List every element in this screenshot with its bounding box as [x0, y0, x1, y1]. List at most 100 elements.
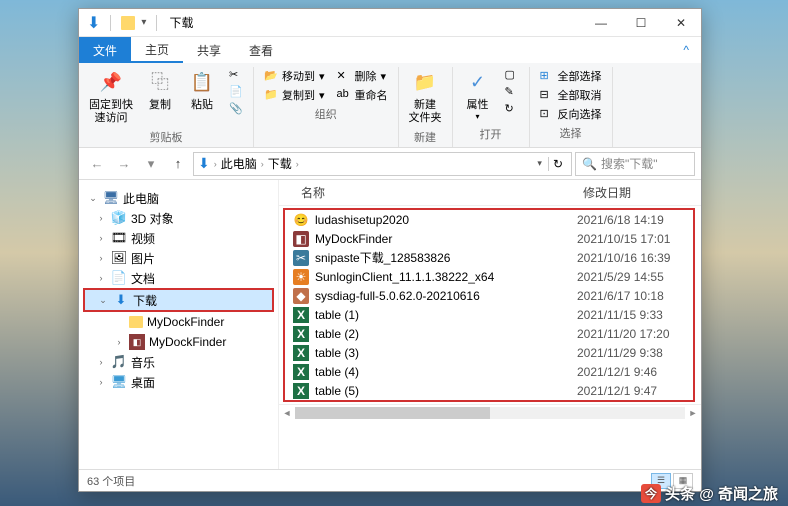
tab-view[interactable]: 查看 [235, 37, 287, 63]
file-row[interactable]: ☀SunloginClient_11.1.1.38222_x642021/5/2… [285, 267, 693, 286]
file-row[interactable]: 😊ludashisetup20202021/6/18 14:19 [285, 210, 693, 229]
h-scrollbar[interactable]: ◄ ► [279, 404, 701, 420]
back-button[interactable]: ← [85, 152, 109, 176]
recent-dropdown[interactable]: ▾ [139, 152, 163, 176]
tree-music[interactable]: ›🎵音乐 [83, 352, 274, 372]
titlebar: ⬇ ▾ 下载 — ☐ ✕ [79, 9, 701, 37]
file-date: 2021/12/1 9:47 [577, 384, 687, 398]
chevron-icon[interactable]: › [259, 159, 266, 169]
group-new: 新建 [414, 127, 436, 145]
address-bar[interactable]: ⬇ › 此电脑 › 下载 › ▾ ↻ [193, 152, 572, 176]
paste-shortcut-button[interactable]: 📎 [225, 101, 247, 117]
tree-pc[interactable]: ⌄🖥此电脑 [83, 188, 274, 208]
tree-mydock1[interactable]: MyDockFinder [83, 312, 274, 332]
tab-file[interactable]: 文件 [79, 37, 131, 63]
minimize-button[interactable]: — [581, 9, 621, 37]
file-icon: ✂ [293, 250, 309, 266]
history-button[interactable]: ↻ [501, 101, 523, 117]
newfolder-button[interactable]: 📁新建 文件夹 [405, 67, 446, 127]
folder-icon[interactable] [121, 16, 135, 30]
copy-path-button[interactable]: 📄 [225, 84, 247, 100]
up-button[interactable]: ↑ [166, 152, 190, 176]
dropdown-icon[interactable]: ▾ [537, 158, 542, 169]
paste-button[interactable]: 📋粘贴 [183, 67, 221, 114]
selectall-button[interactable]: ⊞全部选择 [536, 67, 606, 85]
file-date: 2021/6/17 10:18 [577, 289, 687, 303]
moveto-button[interactable]: 📂移动到 ▾ [260, 67, 329, 85]
tree-desktop[interactable]: ›🖥桌面 [83, 372, 274, 392]
qat-dropdown-icon[interactable]: ▾ [141, 17, 146, 28]
nav-tree[interactable]: ⌄🖥此电脑 ›🧊3D 对象 ›🎞视频 ›🖼图片 ›📄文档 ⌄⬇下载 MyDock… [79, 180, 279, 469]
file-row[interactable]: Xtable (3)2021/11/29 9:38 [285, 343, 693, 362]
tree-documents[interactable]: ›📄文档 [83, 268, 274, 288]
tree-mydock2[interactable]: ›◧MyDockFinder [83, 332, 274, 352]
file-name: MyDockFinder [315, 232, 577, 246]
selectnone-button[interactable]: ⊟全部取消 [536, 86, 606, 104]
copy-button[interactable]: ⿻复制 [141, 67, 179, 114]
col-name[interactable]: 名称 [301, 184, 583, 201]
delete-button[interactable]: ✕删除 ▾ [333, 67, 392, 85]
column-headers[interactable]: 名称 修改日期 [279, 180, 701, 206]
chevron-icon[interactable]: › [212, 159, 219, 169]
tab-share[interactable]: 共享 [183, 37, 235, 63]
cut-button[interactable]: ✂ [225, 67, 247, 83]
window-title: 下载 [169, 14, 193, 31]
tree-videos[interactable]: ›🎞视频 [83, 228, 274, 248]
close-button[interactable]: ✕ [661, 9, 701, 37]
pin-button[interactable]: 📌固定到快 速访问 [85, 67, 137, 127]
maximize-button[interactable]: ☐ [621, 9, 661, 37]
chevron-icon[interactable]: › [294, 159, 301, 169]
file-icon: X [293, 326, 309, 342]
ribbon-collapse-icon[interactable]: ^ [671, 37, 701, 63]
file-date: 2021/10/15 17:01 [577, 232, 687, 246]
search-icon: 🔍 [582, 157, 597, 171]
down-arrow-icon[interactable]: ⬇ [87, 13, 100, 33]
file-list[interactable]: 😊ludashisetup20202021/6/18 14:19◧MyDockF… [283, 208, 695, 402]
col-modified[interactable]: 修改日期 [583, 184, 693, 201]
copyto-button[interactable]: 📁复制到 ▾ [260, 86, 329, 104]
breadcrumb-downloads[interactable]: 下载 [268, 155, 292, 172]
file-name: table (1) [315, 308, 577, 322]
file-row[interactable]: Xtable (5)2021/12/1 9:47 [285, 381, 693, 400]
group-open: 打开 [480, 124, 502, 142]
file-name: table (4) [315, 365, 577, 379]
forward-button[interactable]: → [112, 152, 136, 176]
file-date: 2021/11/29 9:38 [577, 346, 687, 360]
tree-pictures[interactable]: ›🖼图片 [83, 248, 274, 268]
file-row[interactable]: ◆sysdiag-full-5.0.62.0-202106162021/6/17… [285, 286, 693, 305]
file-row[interactable]: ◧MyDockFinder2021/10/15 17:01 [285, 229, 693, 248]
file-icon: ☀ [293, 269, 309, 285]
file-icon: X [293, 364, 309, 380]
file-icon: 😊 [293, 212, 309, 228]
refresh-icon[interactable]: ↻ [548, 157, 567, 171]
edit-button[interactable]: ✎ [501, 84, 523, 100]
tree-downloads[interactable]: ⌄⬇下载 [85, 290, 272, 310]
watermark: 今 头条 @ 奇闻之旅 [641, 483, 778, 504]
tree-3d[interactable]: ›🧊3D 对象 [83, 208, 274, 228]
group-clipboard: 剪贴板 [150, 127, 183, 145]
file-row[interactable]: Xtable (2)2021/11/20 17:20 [285, 324, 693, 343]
search-placeholder: 搜索"下载" [601, 155, 658, 172]
properties-button[interactable]: ✓属性▾ [459, 67, 497, 124]
breadcrumb-pc[interactable]: 此电脑 [221, 155, 257, 172]
status-bar: 63 个项目 ☰ ▦ [79, 469, 701, 491]
file-icon: X [293, 383, 309, 399]
scroll-thumb[interactable] [295, 407, 490, 419]
invert-button[interactable]: ⊡反向选择 [536, 105, 606, 123]
downloads-icon: ⬇ [198, 155, 210, 172]
file-date: 2021/12/1 9:46 [577, 365, 687, 379]
file-row[interactable]: ✂snipaste下载_1285838262021/10/16 16:39 [285, 248, 693, 267]
navbar: ← → ▾ ↑ ⬇ › 此电脑 › 下载 › ▾ ↻ 🔍 搜索"下载" [79, 148, 701, 180]
file-row[interactable]: Xtable (4)2021/12/1 9:46 [285, 362, 693, 381]
group-select: 选择 [560, 123, 582, 141]
file-name: table (2) [315, 327, 577, 341]
file-row[interactable]: Xtable (1)2021/11/15 9:33 [285, 305, 693, 324]
file-name: SunloginClient_11.1.1.38222_x64 [315, 270, 577, 284]
ribbon: 📌固定到快 速访问 ⿻复制 📋粘贴 ✂ 📄 📎 剪贴板 📂移动到 ▾ 📁复制到 … [79, 63, 701, 148]
file-name: snipaste下载_128583826 [315, 249, 577, 266]
rename-button[interactable]: ab重命名 [333, 86, 392, 104]
file-icon: X [293, 307, 309, 323]
open-button[interactable]: ▢ [501, 67, 523, 83]
tab-home[interactable]: 主页 [131, 37, 183, 63]
search-box[interactable]: 🔍 搜索"下载" [575, 152, 695, 176]
